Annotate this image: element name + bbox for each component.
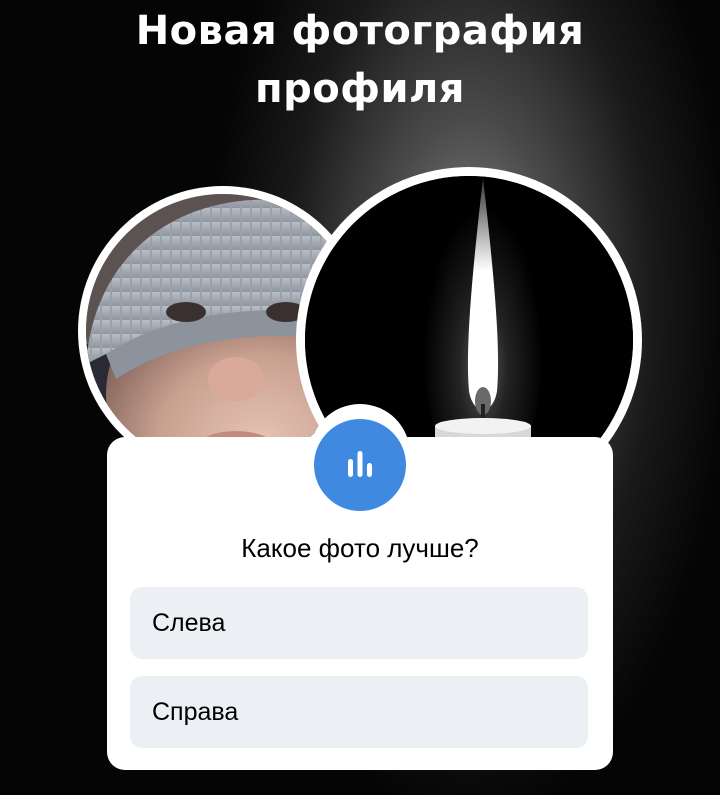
title-line-2: профиля	[255, 66, 465, 112]
poll-option-label: Справа	[152, 698, 239, 726]
poll-chart-icon	[314, 419, 406, 511]
poll-question: Какое фото лучше?	[241, 533, 479, 563]
poll-option-label: Слева	[152, 609, 226, 637]
poll-option-left[interactable]: Слева	[130, 587, 588, 659]
poll-option-right[interactable]: Справа	[130, 676, 588, 748]
title-line-1: Новая фотография	[135, 8, 585, 54]
page-title: Новая фотография профиля	[0, 2, 720, 118]
